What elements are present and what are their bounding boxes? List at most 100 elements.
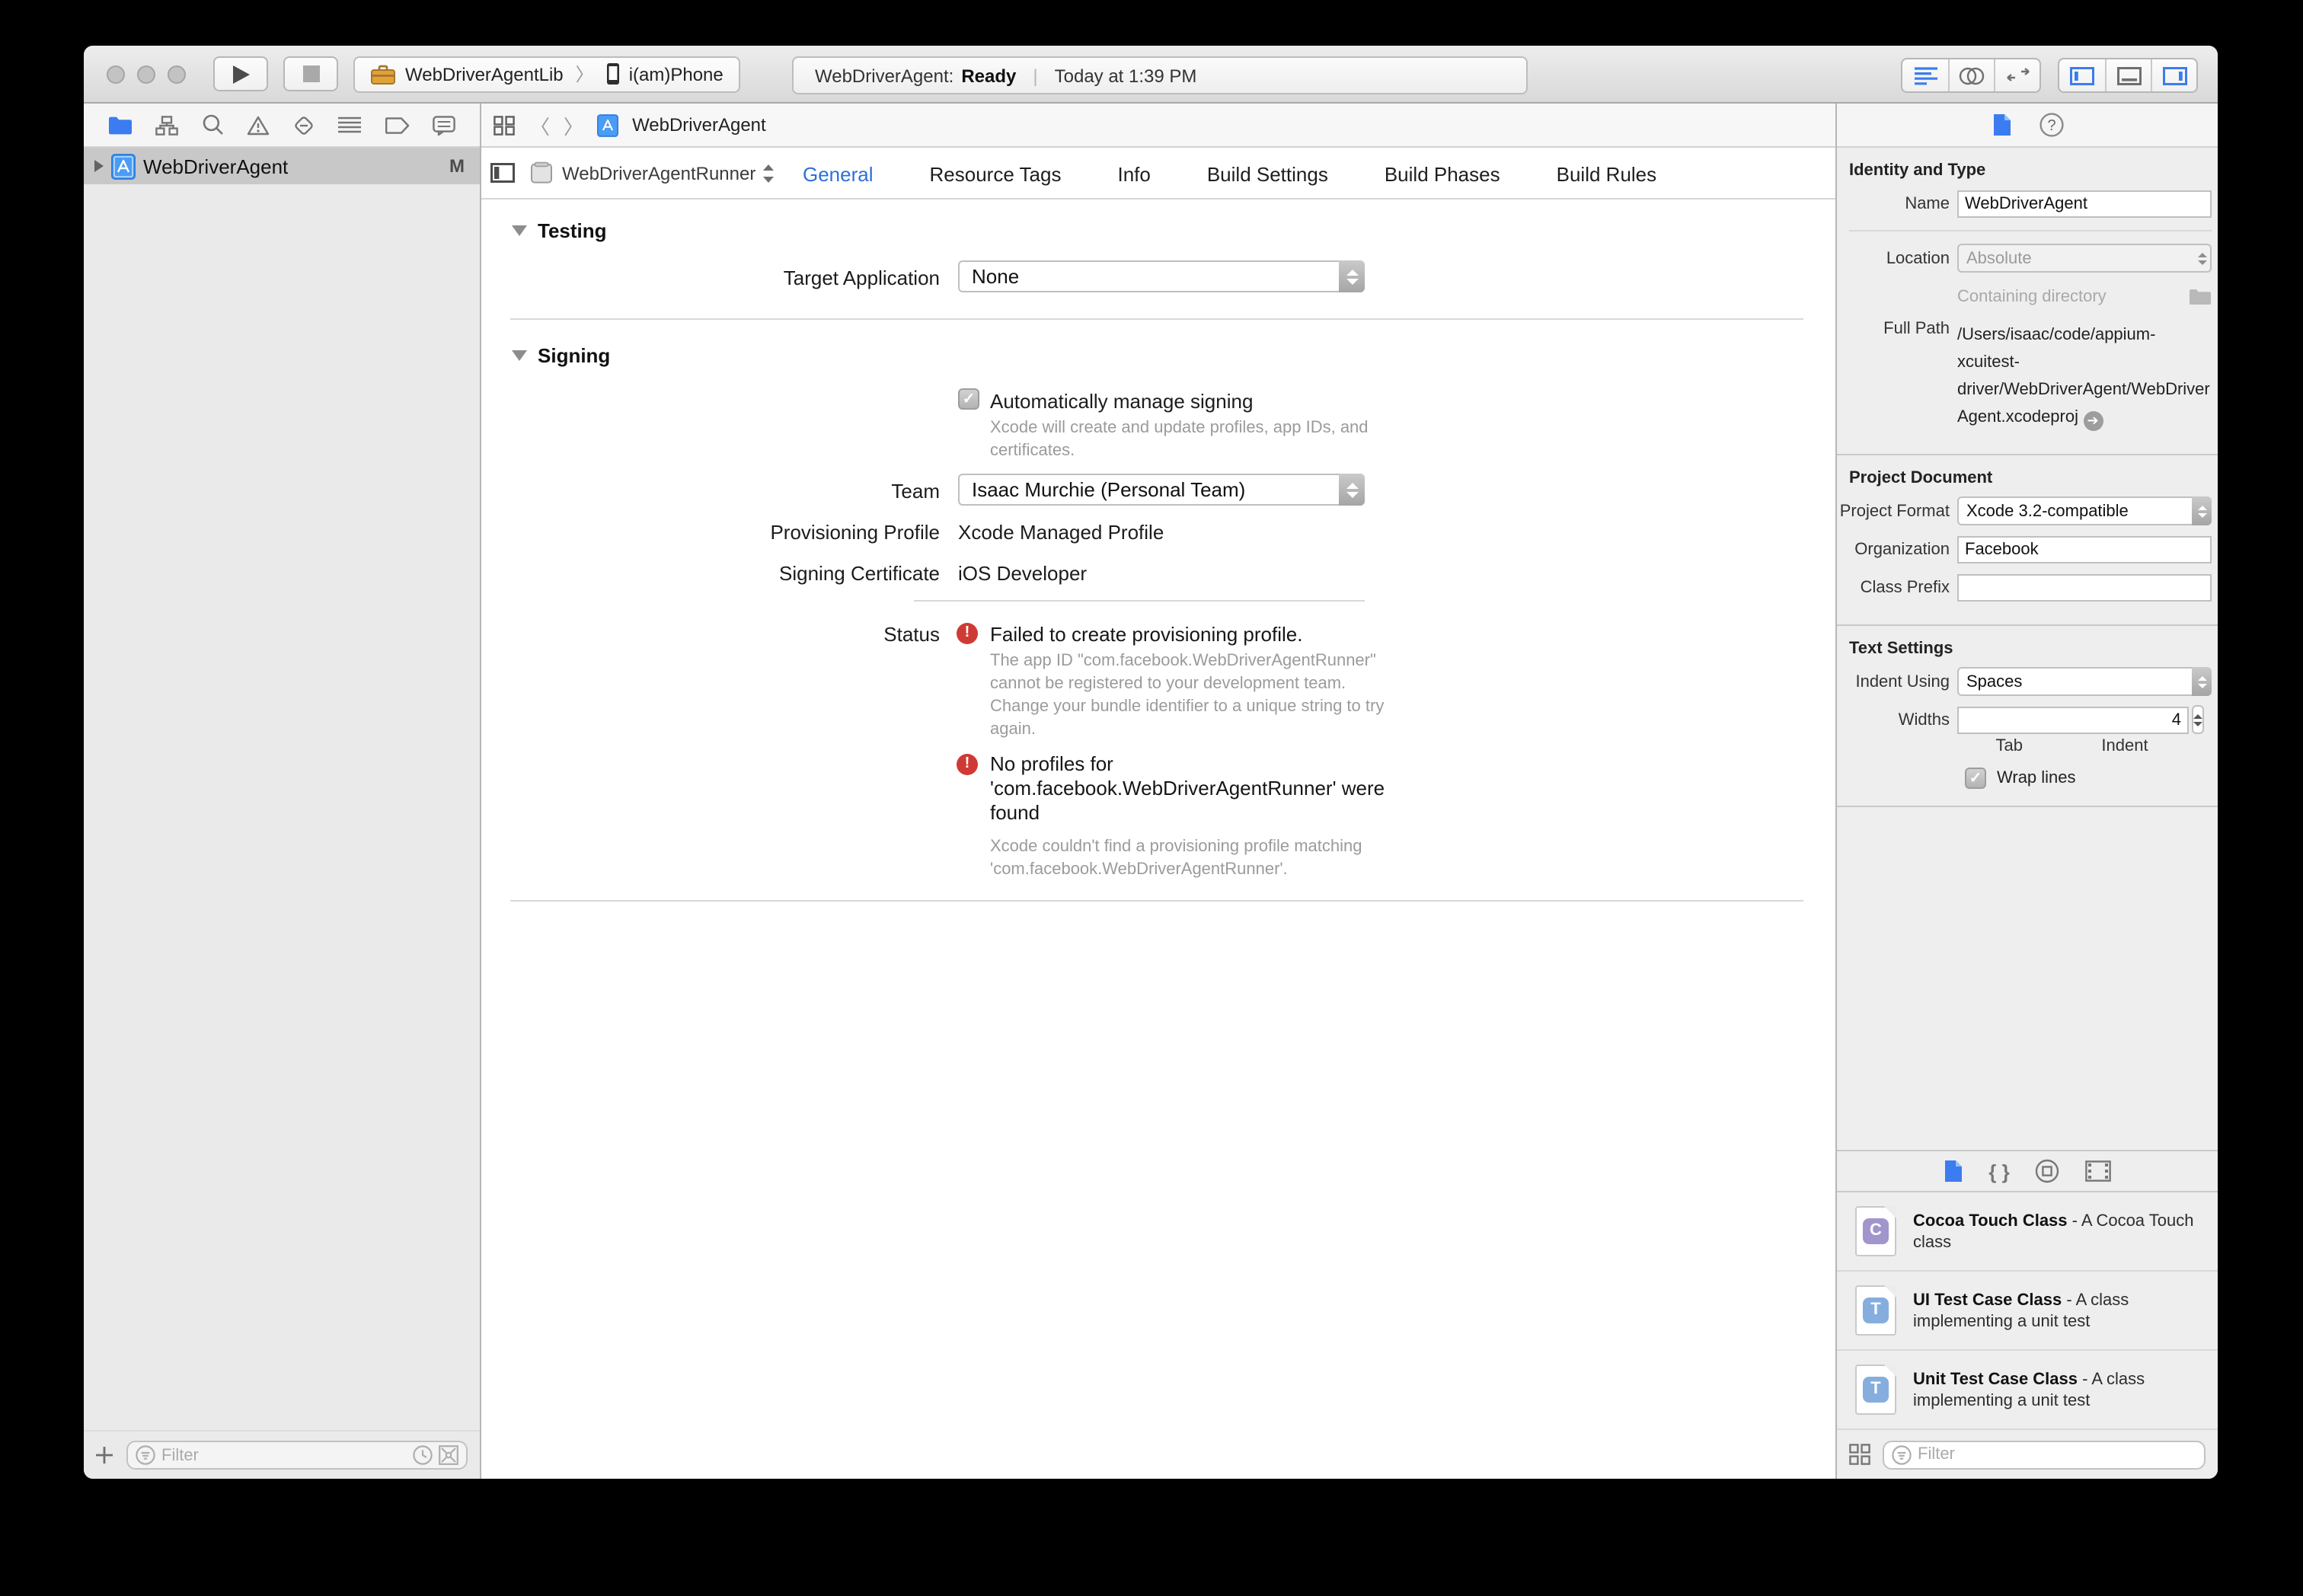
signing-section-title: Signing bbox=[538, 344, 610, 367]
zoom-window-button[interactable] bbox=[168, 65, 186, 83]
close-window-button[interactable] bbox=[107, 65, 125, 83]
dropdown-stepper-icon bbox=[1339, 260, 1365, 292]
testing-disclosure-icon[interactable] bbox=[512, 225, 527, 236]
name-row: Name bbox=[1837, 189, 2212, 218]
code-snippet-library-icon[interactable]: { } bbox=[1988, 1160, 2009, 1183]
dropdown-stepper-icon bbox=[2192, 667, 2212, 696]
inspector-empty-area bbox=[1837, 807, 2218, 1150]
error2-detail: Xcode couldn't find a provisioning profi… bbox=[990, 836, 1401, 882]
assistant-editor-button[interactable] bbox=[1948, 59, 1994, 91]
inspector-panel: ? Identity and Type Name Location Absolu… bbox=[1835, 104, 2218, 1479]
xcode-window: WebDriverAgentLib 〉 i(am)Phone WebDriver… bbox=[84, 46, 2218, 1479]
assistant-editor-icon bbox=[1959, 66, 1985, 85]
scheme-target-label: WebDriverAgentLib bbox=[405, 63, 564, 85]
library-filter-field[interactable]: Filter bbox=[1883, 1440, 2206, 1469]
tab-general[interactable]: General bbox=[803, 162, 874, 185]
dropdown-stepper-icon bbox=[2192, 496, 2212, 525]
scheme-selector[interactable]: WebDriverAgentLib 〉 i(am)Phone bbox=[353, 56, 740, 92]
indent-caption: Indent bbox=[2065, 737, 2184, 755]
file-template-library-icon[interactable] bbox=[1943, 1159, 1963, 1183]
full-path-label: Full Path bbox=[1837, 320, 1957, 338]
project-format-dropdown[interactable]: Xcode 3.2-compatible bbox=[1957, 496, 2212, 525]
name-field[interactable] bbox=[1957, 190, 2212, 217]
svg-text:?: ? bbox=[2046, 117, 2055, 134]
hide-document-items-icon[interactable] bbox=[490, 163, 515, 183]
testing-section-header[interactable]: Testing bbox=[512, 219, 607, 242]
section-divider bbox=[510, 318, 1803, 320]
source-control-status-icon[interactable] bbox=[439, 1445, 458, 1465]
xcodeproj-icon bbox=[111, 153, 136, 179]
target-selector-label[interactable]: WebDriverAgentRunner bbox=[562, 162, 755, 184]
navigator-filter-field[interactable]: Filter bbox=[126, 1441, 468, 1470]
toggle-debug-area-button[interactable] bbox=[2105, 59, 2151, 91]
disclosure-triangle-icon[interactable] bbox=[94, 160, 104, 172]
issue-navigator-icon[interactable] bbox=[247, 115, 270, 135]
grid-view-icon[interactable] bbox=[1849, 1444, 1870, 1465]
report-navigator-icon[interactable] bbox=[433, 115, 455, 135]
editor-pane: 〈 〉 WebDriverAgent bbox=[481, 104, 1835, 1479]
find-navigator-icon[interactable] bbox=[202, 114, 223, 136]
error2-title: No profiles for 'com.facebook.WebDriverA… bbox=[990, 752, 1395, 825]
class-prefix-field[interactable] bbox=[1957, 573, 2212, 601]
indent-using-dropdown[interactable]: Spaces bbox=[1957, 667, 2212, 696]
target-stepper-icon[interactable] bbox=[762, 162, 775, 184]
media-library-icon[interactable] bbox=[2086, 1160, 2112, 1182]
location-dropdown[interactable]: Absolute bbox=[1957, 244, 2212, 273]
debug-navigator-icon[interactable] bbox=[339, 116, 362, 134]
version-editor-button[interactable] bbox=[1994, 59, 2039, 91]
stop-button[interactable] bbox=[283, 56, 338, 91]
project-row[interactable]: WebDriverAgent M bbox=[84, 148, 480, 184]
toolbar: WebDriverAgentLib 〉 i(am)Phone WebDriver… bbox=[84, 46, 2218, 104]
library-item-ui-test-case-class[interactable]: T UI Test Case Class - A class implement… bbox=[1837, 1272, 2218, 1351]
back-chevron-icon[interactable]: 〈 bbox=[530, 110, 550, 139]
toggle-inspector-button[interactable] bbox=[2151, 59, 2196, 91]
wrap-lines-checkbox[interactable]: ✓ bbox=[1965, 768, 1986, 789]
class-file-icon: C bbox=[1855, 1206, 1896, 1256]
library-item-title: UI Test Case Class bbox=[1913, 1291, 2062, 1309]
tab-build-phases[interactable]: Build Phases bbox=[1385, 162, 1500, 185]
file-inspector-icon[interactable] bbox=[1992, 113, 2011, 137]
signing-disclosure-icon[interactable] bbox=[512, 350, 527, 361]
forward-chevron-icon[interactable]: 〉 bbox=[564, 110, 583, 139]
indent-using-label: Indent Using bbox=[1837, 672, 1957, 691]
library-item-cocoa-touch-class[interactable]: C Cocoa Touch Class - A Cocoa Touch clas… bbox=[1837, 1192, 2218, 1272]
folder-icon[interactable] bbox=[2189, 287, 2212, 305]
symbol-navigator-icon[interactable] bbox=[156, 115, 179, 135]
tab-width-stepper[interactable] bbox=[2192, 705, 2204, 734]
breakpoint-navigator-icon[interactable] bbox=[385, 117, 409, 133]
toggle-navigator-button[interactable] bbox=[2059, 59, 2105, 91]
related-items-icon[interactable] bbox=[494, 115, 516, 135]
organization-field[interactable] bbox=[1957, 535, 2212, 563]
filter-icon bbox=[136, 1445, 155, 1465]
widths-row: Widths bbox=[1837, 705, 2212, 734]
identity-header: Identity and Type bbox=[1837, 158, 2218, 189]
run-button[interactable] bbox=[213, 56, 268, 91]
testing-section-title: Testing bbox=[538, 219, 607, 242]
full-path-row: Full Path /Users/isaac/code/appium-xcuit… bbox=[1837, 320, 2212, 431]
target-application-dropdown[interactable]: None bbox=[958, 260, 1365, 292]
add-button[interactable] bbox=[96, 1447, 113, 1464]
quick-help-inspector-icon[interactable]: ? bbox=[2039, 113, 2063, 137]
open-arrow-icon[interactable]: ➔ bbox=[2083, 411, 2103, 431]
test-navigator-icon[interactable] bbox=[292, 113, 315, 136]
object-library-icon[interactable] bbox=[2036, 1159, 2060, 1183]
minimize-window-button[interactable] bbox=[137, 65, 155, 83]
team-value: Isaac Murchie (Personal Team) bbox=[972, 478, 1245, 501]
library-item-unit-test-case-class[interactable]: T Unit Test Case Class - A class impleme… bbox=[1837, 1351, 2218, 1430]
auto-manage-signing-checkbox[interactable]: ✓ bbox=[958, 388, 979, 410]
auto-manage-signing-label: Automatically manage signing bbox=[990, 390, 1253, 413]
standard-editor-button[interactable] bbox=[1902, 59, 1948, 91]
filter-icon bbox=[1892, 1444, 1912, 1464]
project-navigator-icon[interactable] bbox=[108, 115, 133, 135]
signing-section-header[interactable]: Signing bbox=[512, 344, 610, 367]
tab-build-settings[interactable]: Build Settings bbox=[1207, 162, 1328, 185]
tab-resource-tags[interactable]: Resource Tags bbox=[930, 162, 1062, 185]
tab-info[interactable]: Info bbox=[1117, 162, 1150, 185]
tab-width-field[interactable] bbox=[1957, 706, 2189, 733]
tab-build-rules[interactable]: Build Rules bbox=[1557, 162, 1657, 185]
team-dropdown[interactable]: Isaac Murchie (Personal Team) bbox=[958, 474, 1365, 506]
wrap-lines-label: Wrap lines bbox=[1997, 769, 2076, 787]
jumpbar-title[interactable]: WebDriverAgent bbox=[632, 114, 766, 136]
recents-clock-icon[interactable] bbox=[413, 1445, 433, 1465]
project-format-value: Xcode 3.2-compatible bbox=[1966, 502, 2129, 520]
